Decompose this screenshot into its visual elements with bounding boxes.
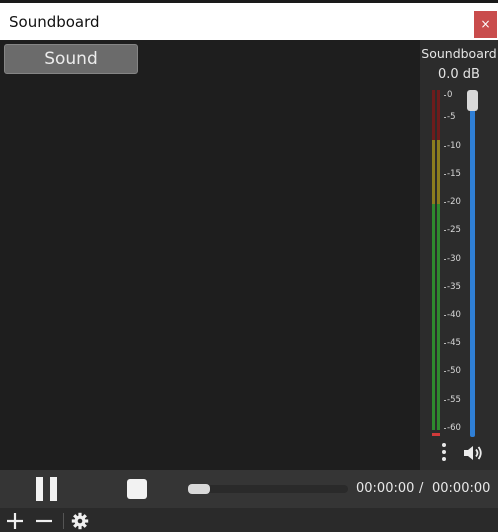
level-meter-left-yellow — [432, 140, 435, 204]
level-meter-right-yellow — [437, 140, 440, 204]
mixer-volume-db: 0.0 dB — [438, 67, 480, 82]
clip-indicator — [432, 433, 440, 436]
meter-tick: -45 — [444, 338, 461, 348]
level-meter-left-red — [432, 90, 435, 140]
title-bar: Soundboard × — [0, 0, 498, 40]
meter-tick: -50 — [444, 366, 461, 376]
level-meter-right-green — [437, 204, 440, 430]
window-title: Soundboard — [9, 13, 100, 31]
volume-fader-handle[interactable] — [467, 90, 478, 111]
meter-tick: -35 — [444, 282, 461, 292]
meter-tick: -60 — [444, 423, 461, 433]
volume-fader-track[interactable] — [470, 92, 475, 437]
sound-grid: Sound — [0, 40, 420, 470]
minus-icon[interactable] — [35, 512, 53, 530]
meter-tick: -20 — [444, 197, 461, 207]
total-time: 00:00:00 — [432, 481, 491, 496]
speaker-icon[interactable] — [462, 444, 484, 462]
plus-icon[interactable] — [6, 512, 24, 530]
meter-tick: -10 — [444, 141, 461, 151]
level-meter-right-red — [437, 90, 440, 140]
stop-button[interactable] — [127, 479, 147, 499]
close-button[interactable]: × — [474, 11, 497, 38]
seek-bar[interactable] — [188, 485, 348, 493]
time-separator: / — [419, 481, 424, 496]
meter-tick: -25 — [444, 225, 461, 235]
sound-button[interactable]: Sound — [4, 44, 138, 74]
audio-mixer: Soundboard 0.0 dB 0 -5 -10 -15 -20 -25 -… — [420, 40, 498, 470]
mixer-source-name: Soundboard — [421, 46, 497, 61]
pause-button[interactable] — [36, 477, 58, 501]
playback-controls: 00:00:00 / 00:00:00 — [0, 470, 498, 508]
bottom-toolbar — [0, 508, 498, 532]
meter-tick: -15 — [444, 169, 461, 179]
toolbar-separator — [63, 513, 64, 529]
meter-tick: -30 — [444, 254, 461, 264]
meter-tick: -5 — [443, 112, 456, 122]
seek-handle[interactable] — [188, 484, 210, 494]
gear-icon[interactable] — [71, 512, 89, 530]
meter-tick: -55 — [444, 395, 461, 405]
meter-tick: 0 — [443, 90, 453, 100]
meter-tick: -40 — [444, 310, 461, 320]
level-meter-left-green — [432, 204, 435, 430]
more-options-icon[interactable] — [440, 443, 448, 463]
current-time: 00:00:00 — [356, 481, 415, 496]
